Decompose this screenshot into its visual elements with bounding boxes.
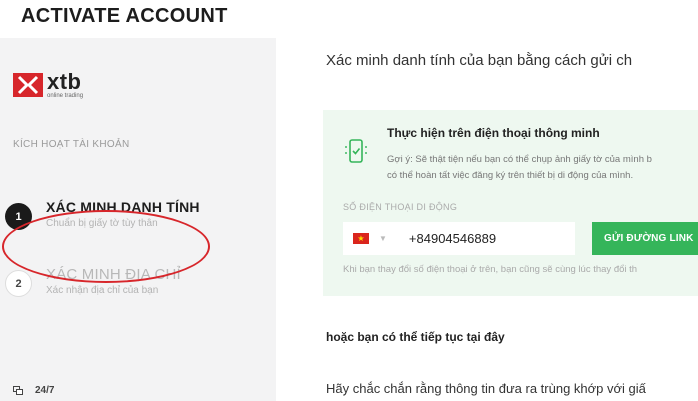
page-title: ACTIVATE ACCOUNT	[21, 5, 228, 27]
vietnam-flag-icon[interactable]: ★	[353, 233, 369, 244]
logo-text: xtb	[47, 69, 82, 94]
step-address-verification[interactable]: 2 XÁC MINH ĐỊA CHỈ Xác nhận địa chỉ của …	[0, 262, 276, 312]
logo-tagline: online trading	[47, 93, 84, 99]
support-label: 24/7	[35, 385, 55, 396]
panel-note: Khi bạn thay đổi số điện thoại ở trên, b…	[343, 264, 638, 275]
step-title: XÁC MINH ĐỊA CHỈ	[46, 266, 181, 283]
step-subtitle: Xác nhận địa chỉ của bạn	[46, 285, 159, 296]
support-link[interactable]: 24/7	[13, 385, 54, 396]
confirm-text: Hãy chắc chắn rằng thông tin đưa ra trùn…	[326, 381, 646, 396]
phone-input[interactable]: ★ ▼ +84904546889	[343, 222, 575, 255]
sidebar: xtb online trading KÍCH HOẠT TÀI KHOẢN 1…	[0, 38, 276, 401]
page-header: ACTIVATE ACCOUNT	[0, 0, 698, 38]
phone-value[interactable]: +84904546889	[409, 231, 496, 246]
panel-title: Thực hiện trên điện thoại thông minh	[387, 126, 600, 140]
xtb-logo[interactable]: xtb online trading	[13, 69, 103, 103]
xtb-logo-icon	[13, 73, 43, 97]
continue-here-heading: hoặc bạn có thể tiếp tục tại đây	[326, 330, 505, 344]
send-link-button[interactable]: GỬI ĐƯỜNG LINK	[592, 222, 698, 255]
step-title: XÁC MINH DANH TÍNH	[46, 199, 200, 215]
hint-line: có thể hoàn tất việc đăng ký trên thiết …	[387, 170, 634, 181]
smartphone-panel: Thực hiện trên điện thoại thông minh Gợi…	[323, 110, 698, 296]
phone-label: SỐ ĐIỆN THOẠI DI ĐỘNG	[343, 202, 458, 212]
step-subtitle: Chuẩn bị giấy tờ tùy thân	[46, 218, 158, 229]
sidebar-section-label: KÍCH HOẠT TÀI KHOẢN	[13, 139, 130, 150]
smartphone-check-icon	[345, 139, 367, 163]
step-identity-verification[interactable]: 1 XÁC MINH DANH TÍNH Chuẩn bị giấy tờ tù…	[0, 195, 276, 245]
step-number: 1	[5, 203, 32, 230]
lead-text: Xác minh danh tính của bạn bằng cách gửi…	[326, 52, 633, 69]
step-number: 2	[5, 270, 32, 297]
chat-icon	[13, 385, 23, 395]
panel-hint: Gợi ý: Sẽ thật tiện nếu bạn có thể chụp …	[387, 152, 698, 184]
main-content: Xác minh danh tính của bạn bằng cách gửi…	[276, 38, 698, 401]
hint-line: Gợi ý: Sẽ thật tiện nếu bạn có thể chụp …	[387, 154, 652, 165]
chevron-down-icon[interactable]: ▼	[379, 234, 387, 243]
